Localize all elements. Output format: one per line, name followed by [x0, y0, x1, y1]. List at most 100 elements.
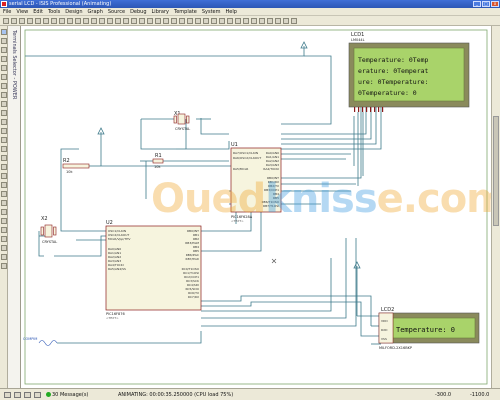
packaging-icon[interactable] [211, 18, 217, 24]
watermark: Ouedknisse.com [151, 176, 500, 222]
component-icon[interactable] [1, 38, 7, 44]
import-icon[interactable] [27, 18, 33, 24]
zoom-out-icon[interactable] [99, 18, 105, 24]
terminal-icon[interactable] [1, 92, 7, 98]
zoom-all-icon[interactable] [107, 18, 113, 24]
paste-icon[interactable] [155, 18, 161, 24]
block-rotate-icon[interactable] [179, 18, 185, 24]
lcd2-display[interactable]: Temperature: 0 VDD RXD VSS [378, 312, 480, 344]
menu-template[interactable]: Template [174, 8, 197, 15]
step-button[interactable] [14, 392, 21, 398]
object-selector[interactable]: Terminals Selector - POWER [8, 26, 21, 388]
schematic-canvas[interactable]: LCD1 LM044L Temperature: 0Temp erature: … [21, 26, 500, 388]
resistor-r2[interactable]: R2 10k [62, 158, 90, 174]
line-icon[interactable] [1, 164, 7, 170]
instrument-icon[interactable] [1, 155, 7, 161]
cut-icon[interactable] [139, 18, 145, 24]
menu-debug[interactable]: Debug [130, 8, 146, 15]
text-icon[interactable] [1, 209, 7, 215]
pick-icon[interactable] [195, 18, 201, 24]
copy-icon[interactable] [147, 18, 153, 24]
remove-sheet-icon[interactable] [259, 18, 265, 24]
text-script-icon[interactable] [1, 65, 7, 71]
undo-icon[interactable] [123, 18, 129, 24]
scrollbar-thumb[interactable] [493, 116, 499, 226]
open-icon[interactable] [11, 18, 17, 24]
zoom-child-icon[interactable] [267, 18, 273, 24]
mirror-x-icon[interactable] [1, 254, 7, 260]
menu-graph[interactable]: Graph [88, 8, 103, 15]
stop-button[interactable] [34, 392, 41, 398]
block-move-icon[interactable] [171, 18, 177, 24]
crystal-x1[interactable]: X1 CRYSTAL [173, 111, 190, 131]
decompose-icon[interactable] [219, 18, 225, 24]
probe-i-icon[interactable] [1, 146, 7, 152]
bom-icon[interactable] [275, 18, 281, 24]
subcircuit-icon[interactable] [1, 83, 7, 89]
erc-icon[interactable] [283, 18, 289, 24]
refresh-icon[interactable] [59, 18, 65, 24]
tape-icon[interactable] [1, 119, 7, 125]
make-device-icon[interactable] [203, 18, 209, 24]
property-tool-icon[interactable] [243, 18, 249, 24]
bus-icon[interactable] [1, 74, 7, 80]
block-copy-icon[interactable] [163, 18, 169, 24]
app-icon [1, 1, 7, 7]
close-button[interactable]: x [491, 1, 499, 7]
junction-icon[interactable] [1, 47, 7, 53]
zoom-area-icon[interactable] [115, 18, 121, 24]
pan-icon[interactable] [83, 18, 89, 24]
new-icon[interactable] [3, 18, 9, 24]
menu-source[interactable]: Source [108, 8, 125, 15]
wire-label-icon[interactable] [1, 56, 7, 62]
lcd1-display[interactable]: Temperature: 0Temp erature: 0Temperat ur… [348, 42, 470, 112]
menu-help[interactable]: Help [225, 8, 236, 15]
message-count[interactable]: 30 Message(s) [46, 389, 88, 400]
marker-icon[interactable] [1, 227, 7, 233]
netlist-icon[interactable] [291, 18, 297, 24]
minimize-button[interactable]: _ [473, 1, 481, 7]
maximize-button[interactable]: □ [482, 1, 490, 7]
menu-edit[interactable]: Edit [33, 8, 43, 15]
resistor-r1[interactable]: R1 10k [152, 153, 164, 169]
generator-icon[interactable] [1, 128, 7, 134]
circle-icon[interactable] [1, 182, 7, 188]
symbol-icon[interactable] [1, 218, 7, 224]
export-icon[interactable] [35, 18, 41, 24]
mirror-y-icon[interactable] [1, 263, 7, 269]
block-delete-icon[interactable] [187, 18, 193, 24]
vertical-scrollbar[interactable] [491, 26, 500, 388]
menu-library[interactable]: Library [152, 8, 169, 15]
menu-system[interactable]: System [202, 8, 221, 15]
arc-icon[interactable] [1, 191, 7, 197]
origin-icon[interactable] [75, 18, 81, 24]
crystal-x2[interactable]: X2 CRYSTAL [40, 216, 57, 244]
rotate-ccw-icon[interactable] [1, 245, 7, 251]
redo-icon[interactable] [131, 18, 137, 24]
menu-file[interactable]: File [3, 8, 11, 15]
play-button[interactable] [4, 392, 11, 398]
lcd1-line-3: ure: 0Temperature: [358, 78, 428, 86]
menu-tools[interactable]: Tools [48, 8, 60, 15]
pin-icon[interactable] [1, 101, 7, 107]
print-icon[interactable] [43, 18, 49, 24]
area-icon[interactable] [51, 18, 57, 24]
new-sheet-icon[interactable] [251, 18, 257, 24]
box-icon[interactable] [1, 173, 7, 179]
menu-view[interactable]: View [16, 8, 28, 15]
search-tag-icon[interactable] [235, 18, 241, 24]
selection-icon[interactable] [1, 29, 7, 35]
wire-autorouter-icon[interactable] [227, 18, 233, 24]
zoom-in-icon[interactable] [91, 18, 97, 24]
compim-probe[interactable]: COMPIM [23, 337, 58, 346]
save-icon[interactable] [19, 18, 25, 24]
mcu-u2[interactable]: U2 OSC1/CLKIN OSC2/CLKOUT MCLR/Vpp/THV R… [105, 220, 202, 320]
rotate-cw-icon[interactable] [1, 236, 7, 242]
grid-icon[interactable] [67, 18, 73, 24]
graph-icon[interactable] [1, 110, 7, 116]
probe-v-icon[interactable] [1, 137, 7, 143]
menu-design[interactable]: Design [65, 8, 82, 15]
lcd1-line-4: 0Temperature: 0 [358, 89, 417, 97]
pause-button[interactable] [24, 392, 31, 398]
path-icon[interactable] [1, 200, 7, 206]
